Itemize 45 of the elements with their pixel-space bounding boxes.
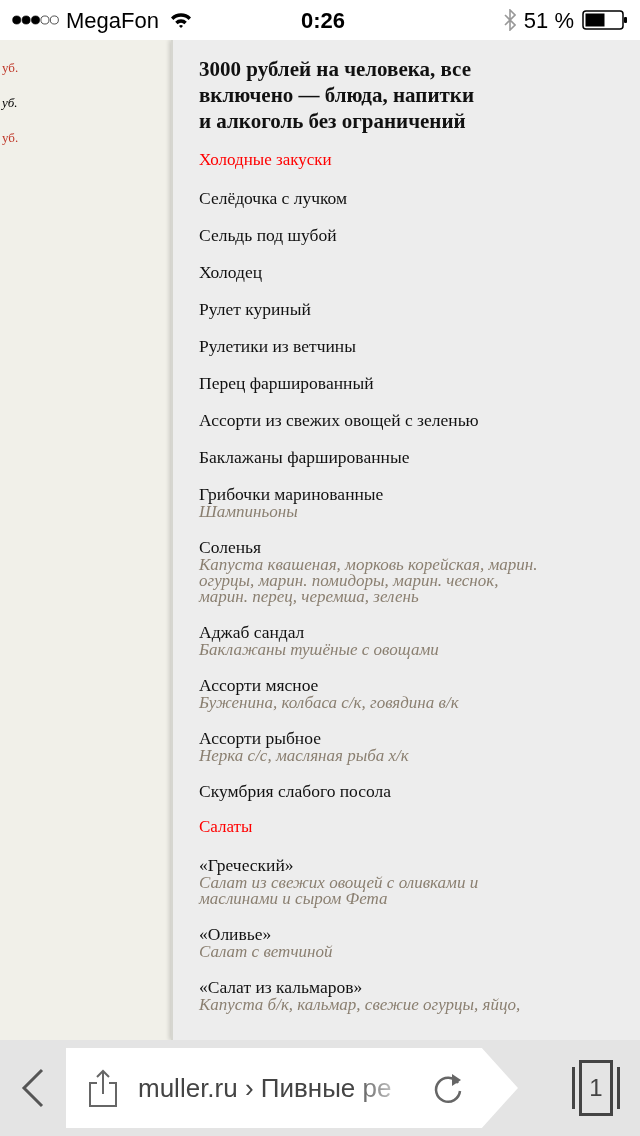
- dish-description: Нерка с/с, масляная рыба х/к: [199, 748, 410, 764]
- dish-name: Перец фаршированный: [199, 373, 375, 393]
- price-fragment: уб.: [2, 130, 20, 146]
- carrier-name: MegaFon: [66, 6, 159, 35]
- address-bar[interactable]: muller.ru › Пивные ре: [66, 1048, 518, 1128]
- dish-name: Баклажаны фаршированные: [199, 447, 411, 467]
- reload-icon[interactable]: [432, 1071, 464, 1105]
- dish-name: Ассорти из свежих овощей с зеленью: [199, 410, 480, 430]
- menu-title: 3000 рублей на человека, все включено — блюда, напитки и алкоголь без ограничений: [199, 56, 475, 134]
- url-text: muller.ru › Пивные ре: [138, 1071, 393, 1105]
- battery-icon: [582, 10, 628, 30]
- share-icon[interactable]: [88, 1069, 118, 1107]
- wifi-icon: [170, 12, 192, 28]
- dish-name: Ассорти рыбное: [199, 728, 322, 748]
- dish-name: Скумбрия слабого посола: [199, 781, 393, 801]
- tabs-button[interactable]: 1: [572, 1060, 620, 1116]
- dish-description: Шампиньоны: [199, 504, 298, 520]
- dish-name: «Греческий»: [199, 855, 295, 875]
- dish-description: Салат из свежих овощей с оливками и маслинами и сыром Фета: [199, 875, 480, 907]
- dish-description: Капуста б/к, кальмар, свежие огурцы, яйцо,: [199, 997, 522, 1013]
- section-heading: Салаты: [199, 817, 254, 837]
- price-fragment: уб.: [2, 60, 20, 76]
- back-icon[interactable]: [20, 1068, 46, 1108]
- dish-name: Грибочки маринованные: [199, 484, 385, 504]
- dish-name: «Салат из кальмаров»: [199, 977, 364, 997]
- dish-description: Баклажаны тушёные с овощами: [199, 642, 440, 658]
- dish-name: Аджаб сандал: [199, 622, 306, 642]
- price-fragment: уб.: [2, 95, 19, 111]
- tab-count[interactable]: 1: [579, 1060, 613, 1116]
- dish-name: Рулет куриный: [199, 299, 312, 319]
- dish-name: Сельдь под шубой: [199, 225, 338, 245]
- dish-name: Селёдочка с лучком: [199, 188, 349, 208]
- signal-icon: [12, 13, 60, 27]
- bluetooth-icon: [503, 9, 516, 31]
- dish-description: Буженина, колбаса с/к, говядина в/к: [199, 695, 460, 711]
- battery-percentage: 51 %: [523, 6, 574, 35]
- section-heading: Холодные закуски: [199, 150, 333, 170]
- dish-description: Салат с ветчиной: [199, 944, 334, 960]
- dish-name: Ассорти мясное: [199, 675, 320, 695]
- dish-name: Холодец: [199, 262, 264, 282]
- dish-description: Капуста квашеная, морковь корейская, марин. огурцы, марин. помидоры, марин. чеснок, марин. перец, черемша, зелень: [199, 557, 539, 605]
- dish-name: Соленья: [199, 537, 263, 557]
- dish-name: «Оливье»: [199, 924, 273, 944]
- dish-name: Рулетики из ветчины: [199, 336, 357, 356]
- clock-time: 0:26: [300, 6, 345, 35]
